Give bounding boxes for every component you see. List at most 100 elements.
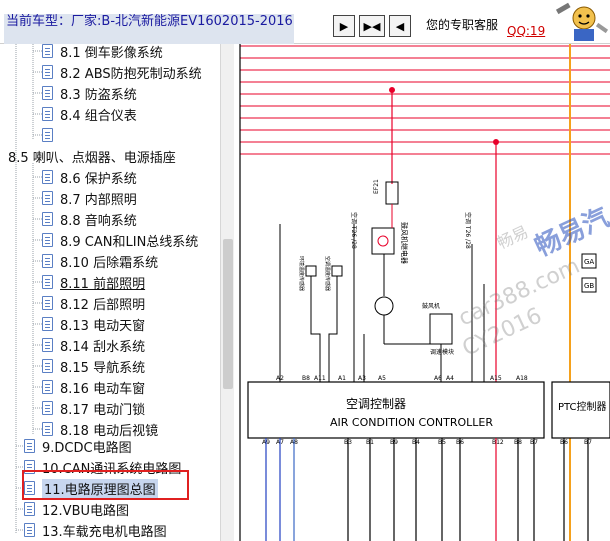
model-value: 厂家:B-北汽新能源EV1602015-2016	[71, 14, 293, 29]
pin-label: A5	[378, 375, 386, 382]
tree-item-label: 8.11 前部照明	[60, 277, 146, 292]
tree-item-label: 8.10 后除霜系统	[60, 256, 159, 271]
tree-item-label: 8.2 ABS防抱死制动系统	[60, 67, 202, 82]
tree-item-12[interactable]: 12.VBU电路图	[0, 498, 220, 519]
nav-next-button[interactable]: ◀	[389, 15, 411, 37]
tree-item-label: 9.DCDC电路图	[42, 441, 132, 456]
pin-label: B12	[492, 439, 504, 446]
tree-item-label: 12.VBU电路图	[42, 504, 130, 519]
document-icon	[42, 191, 53, 205]
nav-prev-button[interactable]: ▶	[333, 15, 355, 37]
sensor-label-1: 环境温度传感器	[298, 256, 305, 291]
sensor-label-2: 空调温度传感器	[324, 256, 331, 291]
nav-mid-button[interactable]: ▶◀	[359, 15, 385, 37]
tree-item-8-8[interactable]: 8.8 音响系统	[0, 208, 220, 229]
pin-label: A15	[490, 375, 502, 382]
document-icon	[24, 523, 35, 537]
top-header: 当前车型：厂家:B-北汽新能源EV1602015-2016 ▶ ▶◀ ◀ 您的专…	[0, 0, 610, 46]
connector-left-label: 空调 T26 /28	[350, 212, 358, 249]
current-model-text: 当前车型：厂家:B-北汽新能源EV1602015-2016	[4, 14, 294, 46]
document-icon	[42, 401, 53, 415]
pin-label: A2	[276, 375, 284, 382]
pin-label: A4	[446, 375, 454, 382]
document-icon	[42, 86, 53, 100]
document-icon	[42, 233, 53, 247]
fuse-label: EF21	[373, 179, 380, 194]
tree-item-8-11[interactable]: 8.11 前部照明	[0, 271, 220, 292]
document-icon	[42, 359, 53, 373]
tree-item-label: 8.7 内部照明	[60, 193, 137, 208]
document-icon	[42, 317, 53, 331]
tree-item-8-10[interactable]: 8.10 后除霜系统	[0, 250, 220, 271]
tree-item-label: 8.1 倒车影像系统	[60, 46, 163, 61]
tree-item-label: 8.16 电动车窗	[60, 382, 146, 397]
gb-label: GB	[584, 282, 594, 290]
tree-item-8-1[interactable]: 8.1 倒车影像系统	[0, 44, 220, 61]
mascot-icon	[555, 2, 609, 41]
tree-item-label: 13.车载充电机电路图	[42, 525, 167, 540]
tree-item-label: 8.17 电动门锁	[60, 403, 146, 418]
relay-label: 鼓风机继电器	[400, 222, 409, 264]
tree-item-8-6[interactable]: 8.6 保护系统	[0, 166, 220, 187]
tree-item-13[interactable]: 13.车载充电机电路图	[0, 519, 220, 540]
tree-item-blank[interactable]	[0, 124, 220, 145]
controller-cn-label: 空调控制器	[346, 397, 406, 411]
tree-scrollbar[interactable]	[220, 44, 234, 541]
document-icon	[42, 128, 53, 142]
tree-item-label: 8.3 防盗系统	[60, 88, 137, 103]
tree-item-label: 8.8 音响系统	[60, 214, 137, 229]
qq-link[interactable]: QQ:19	[507, 24, 545, 38]
document-icon	[42, 170, 53, 184]
tree-item-label: 8.6 保护系统	[60, 172, 137, 187]
document-icon	[42, 296, 53, 310]
connector-right-label: 空调 T26 /28	[464, 212, 472, 249]
tree-item-8-17[interactable]: 8.17 电动门锁	[0, 397, 220, 418]
pin-label: A1	[338, 375, 346, 382]
catalog-tree[interactable]: 8.1 倒车影像系统 8.2 ABS防抱死制动系统 8.3 防盗系统 8.4 组…	[0, 44, 220, 541]
controller-en-label: AIR CONDITION CONTROLLER	[330, 416, 493, 429]
tree-item-8-13[interactable]: 8.13 电动天窗	[0, 313, 220, 334]
wiring-diagram-svg: EF21 GA GB 空调 T26 /28 空调 T26 /28 鼓风机继电器 …	[239, 44, 610, 541]
pin-label: A18	[516, 375, 528, 382]
tree-item-8-16[interactable]: 8.16 电动车窗	[0, 376, 220, 397]
tree-item-8-12[interactable]: 8.12 后部照明	[0, 292, 220, 313]
tree-item-9[interactable]: 9.DCDC电路图	[0, 435, 220, 456]
tree-item-8-9[interactable]: 8.9 CAN和LIN总线系统	[0, 229, 220, 250]
ptc-label: PTC控制器	[558, 400, 607, 413]
tree-item-8-7[interactable]: 8.7 内部照明	[0, 187, 220, 208]
speed-module-label: 调速模块	[430, 348, 454, 356]
pin-label: A11	[314, 375, 326, 382]
document-icon	[42, 254, 53, 268]
tree-item-label: 8.15 导航系统	[60, 361, 146, 376]
document-icon	[42, 275, 53, 289]
ga-label: GA	[584, 258, 594, 266]
pin-label: A6	[434, 375, 442, 382]
document-icon	[42, 212, 53, 226]
document-icon	[42, 44, 53, 58]
document-icon	[42, 422, 53, 436]
document-icon	[42, 107, 53, 121]
tree-item-label: 8.13 电动天窗	[60, 319, 146, 334]
wiring-diagram-view[interactable]: EF21 GA GB 空调 T26 /28 空调 T26 /28 鼓风机继电器 …	[234, 44, 610, 541]
tree-folder-label: 8.5 喇叭、点烟器、电源插座	[8, 151, 176, 166]
document-icon	[42, 338, 53, 352]
tree-item-label: 8.4 组合仪表	[60, 109, 137, 124]
document-icon	[24, 502, 35, 516]
nav-buttons: ▶ ▶◀ ◀	[333, 15, 411, 41]
document-icon	[24, 439, 35, 453]
tree-item-8-14[interactable]: 8.14 刮水系统	[0, 334, 220, 355]
scrollbar-thumb[interactable]	[223, 239, 233, 389]
tree-item-label: 8.12 后部照明	[60, 298, 146, 313]
tree-folder-8-5[interactable]: 8.5 喇叭、点烟器、电源插座	[0, 145, 220, 166]
support-label: 您的专职客服	[426, 18, 499, 32]
tree-item-8-4[interactable]: 8.4 组合仪表	[0, 103, 220, 124]
document-icon	[42, 65, 53, 79]
app-window: 当前车型：厂家:B-北汽新能源EV1602015-2016 ▶ ▶◀ ◀ 您的专…	[0, 0, 610, 541]
pin-label: A3	[358, 375, 366, 382]
tree-item-8-2[interactable]: 8.2 ABS防抱死制动系统	[0, 61, 220, 82]
tree-item-8-15[interactable]: 8.15 导航系统	[0, 355, 220, 376]
document-icon	[42, 380, 53, 394]
pin-label: B8	[302, 375, 310, 382]
tree-item-label: 8.14 刮水系统	[60, 340, 146, 355]
tree-item-8-3[interactable]: 8.3 防盗系统	[0, 82, 220, 103]
